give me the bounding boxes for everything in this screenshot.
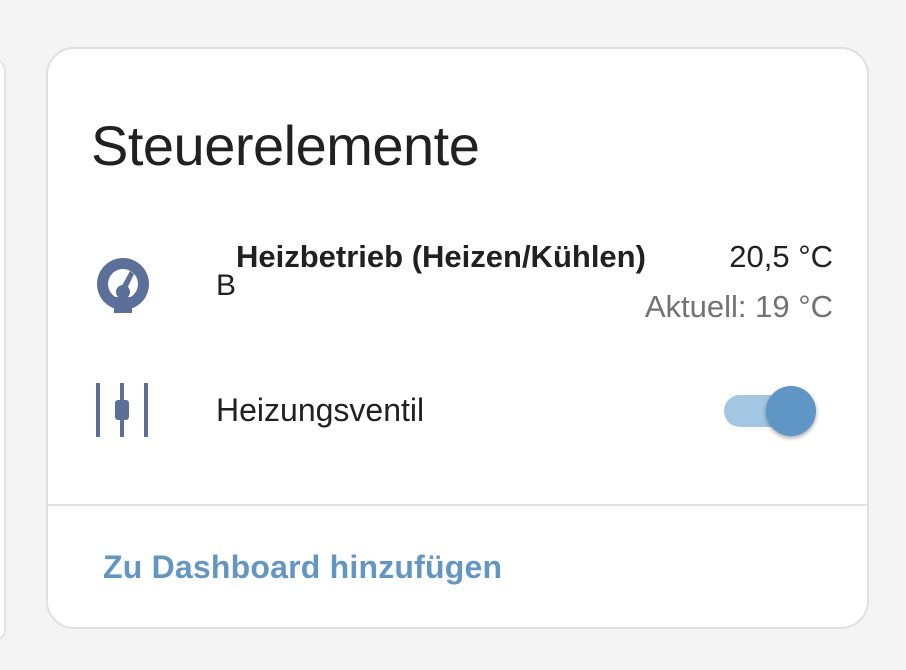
thermostat-name: Heizbetrieb (Heizen/Kühlen) xyxy=(236,239,646,274)
add-to-dashboard-button[interactable]: Zu Dashboard hinzufügen xyxy=(103,549,502,586)
thermostat-dial-icon xyxy=(94,255,152,313)
thermostat-target-temperature: 20,5 °C xyxy=(729,239,833,274)
controls-card: Steuerelemente B Heizbetrieb (Heizen/Küh… xyxy=(46,47,869,629)
thermostat-name-prefix: B xyxy=(216,269,237,302)
card-divider xyxy=(48,504,867,506)
card-title: Steuerelemente xyxy=(91,114,480,177)
thermostat-current-temperature: Aktuell: 19 °C xyxy=(644,289,833,324)
valve-toggle[interactable] xyxy=(724,386,816,436)
toggle-thumb xyxy=(766,386,816,436)
adjacent-card-edge xyxy=(0,58,6,642)
valve-name: Heizungsventil xyxy=(216,392,425,428)
valve-slider-icon xyxy=(94,383,152,441)
